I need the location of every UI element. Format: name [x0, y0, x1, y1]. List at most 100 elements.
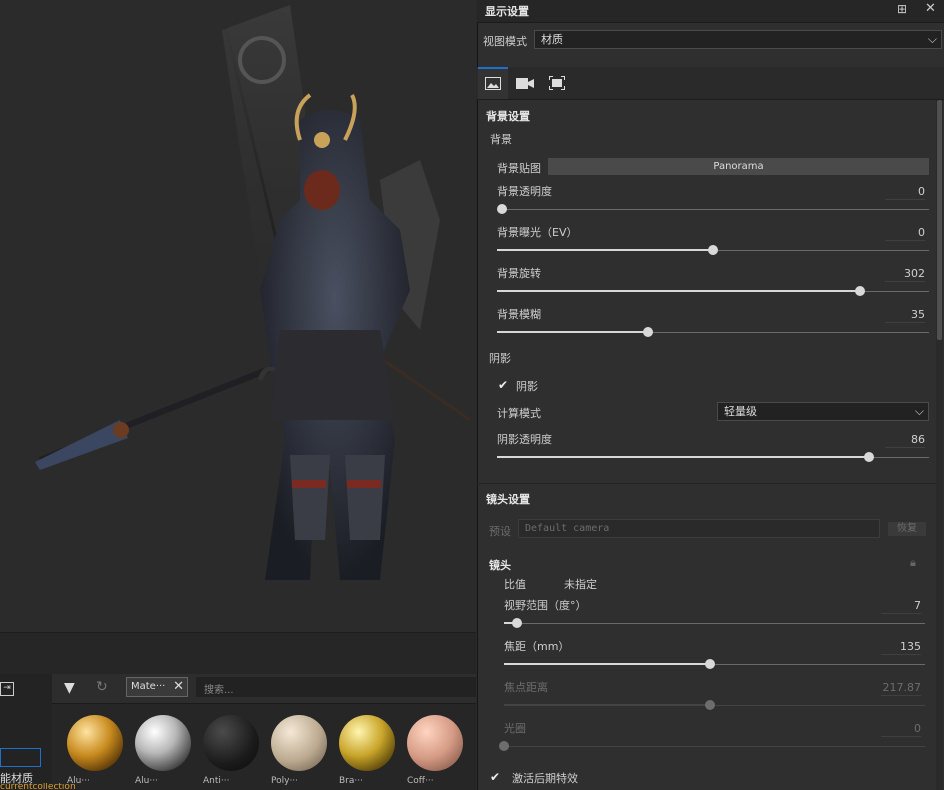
view-mode-select[interactable]: 材质 ⌵ [534, 30, 942, 49]
material-thumb-brass[interactable] [339, 715, 395, 771]
frame-icon [549, 76, 565, 90]
background-section-title: 背景设置 [486, 110, 530, 123]
shadow-opacity-value[interactable]: 86 [885, 433, 925, 448]
ratio-value: 未指定 [564, 578, 597, 591]
3d-viewport[interactable] [0, 0, 476, 632]
panel-title: 显示设置 [485, 5, 529, 18]
material-label: Poly··· [271, 776, 299, 786]
chevron-down-icon: ⌵ [914, 404, 924, 418]
preset-label: 预设 [489, 525, 511, 538]
camera-icon [516, 78, 534, 89]
search-placeholder: 搜索... [204, 685, 234, 696]
calc-mode-label: 计算模式 [497, 407, 541, 420]
slider-track[interactable] [504, 623, 925, 624]
material-thumb-polyethylene[interactable] [271, 715, 327, 771]
library-toolbar: ▼ ↻ Mate··· ✕ 搜索... [52, 674, 476, 704]
focal-value[interactable]: 135 [881, 640, 921, 655]
preset-restore-button[interactable]: 恢复 [888, 522, 926, 536]
slider-fill [497, 456, 869, 458]
material-thumb-antifriction[interactable] [203, 715, 259, 771]
library-sidebar: ⇥ 能材质 [0, 674, 53, 790]
aperture-value: 0 [881, 722, 921, 737]
samurai-model [35, 5, 471, 580]
filter-icon[interactable]: ▼ [64, 680, 75, 696]
shadow-opacity-label: 阴影透明度 [497, 433, 552, 446]
focus-distance-value: 217.87 [881, 681, 921, 696]
lens-section-title: 镜头设置 [486, 493, 530, 506]
material-label: Bra··· [339, 776, 363, 786]
preset-placeholder: Default camera [525, 523, 610, 534]
panel-header: 显示设置 ⊞ ✕ [477, 0, 944, 23]
slider-track[interactable] [502, 209, 929, 210]
bg-opacity-label: 背景透明度 [497, 185, 552, 198]
background-map-button[interactable]: Panorama [548, 158, 929, 175]
fov-label: 视野范围（度°） [504, 599, 587, 612]
material-label: Coff··· [407, 776, 434, 786]
viewport-footer [0, 632, 476, 675]
import-icon[interactable]: ⇥ [0, 682, 14, 696]
calc-mode-select[interactable]: 轻量级 ⌵ [717, 402, 929, 421]
bg-rotation-value[interactable]: 302 [885, 267, 925, 282]
material-thumb-aluminium[interactable] [135, 715, 191, 771]
focal-label: 焦距（mm） [504, 640, 570, 653]
lens-group-label: 镜头 [489, 559, 511, 572]
fov-value[interactable]: 7 [881, 599, 921, 614]
bg-blur-label: 背景模糊 [497, 308, 541, 321]
dock-icon[interactable]: ⊞ [897, 2, 907, 16]
slider-track[interactable] [504, 746, 925, 747]
slider-fill [497, 331, 649, 333]
image-icon [485, 77, 501, 90]
slider-thumb[interactable] [854, 286, 865, 296]
bg-rotation-label: 背景旋转 [497, 267, 541, 280]
library-search-input[interactable]: 搜索... [196, 677, 476, 697]
bg-blur-value[interactable]: 35 [885, 308, 925, 323]
console-text: currentcollection [0, 783, 76, 790]
postfx-label: 激活后期特效 [512, 772, 578, 785]
calc-mode-value: 轻量级 [724, 405, 757, 418]
ratio-label: 比值 [504, 578, 526, 591]
background-map-value: Panorama [713, 161, 764, 172]
filter-chip[interactable]: Mate··· ✕ [126, 677, 188, 697]
postfx-checkbox[interactable]: ✔ [490, 771, 502, 783]
slider-thumb [499, 741, 509, 751]
panel-scrollbar-thumb[interactable] [937, 100, 942, 340]
shadow-checkbox-label: 阴影 [516, 380, 538, 393]
slider-fill [497, 290, 860, 292]
slider-fill [504, 704, 711, 706]
background-group-label: 背景 [490, 133, 512, 146]
slider-thumb[interactable] [511, 618, 522, 628]
view-mode-label: 视图模式 [483, 35, 527, 48]
focus-distance-label: 焦点距离 [504, 681, 548, 694]
slider-fill [504, 663, 711, 665]
close-icon[interactable]: ✕ [925, 1, 936, 16]
slider-thumb[interactable] [497, 204, 507, 214]
filter-chip-label: Mate··· [131, 681, 166, 692]
slider-thumb[interactable] [708, 245, 718, 255]
aperture-label: 光圈 [504, 722, 526, 735]
tab-camera[interactable] [510, 67, 540, 99]
bg-opacity-value[interactable]: 0 [885, 185, 925, 200]
lock-icon[interactable]: 🔒︎ [910, 556, 916, 570]
refresh-icon[interactable]: ↻ [96, 679, 108, 695]
tab-background[interactable] [478, 67, 508, 99]
preset-restore-label: 恢复 [897, 523, 917, 534]
preset-input[interactable]: Default camera [518, 519, 880, 538]
chevron-down-icon: ⌵ [927, 32, 937, 46]
library-item-selected[interactable] [0, 748, 41, 767]
bg-exposure-label: 背景曝光（EV） [497, 226, 578, 239]
slider-fill [497, 249, 713, 251]
divider [477, 483, 936, 484]
material-label: Alu··· [135, 776, 158, 786]
tab-frame[interactable] [541, 67, 573, 99]
bg-exposure-value[interactable]: 0 [885, 226, 925, 241]
close-icon[interactable]: ✕ [173, 679, 184, 694]
shadow-group-label: 阴影 [489, 352, 511, 365]
material-label: Anti··· [203, 776, 230, 786]
view-mode-value: 材质 [541, 33, 563, 46]
shadow-checkbox[interactable]: ✔ [498, 379, 510, 391]
slider-thumb[interactable] [863, 452, 874, 462]
material-thumb-aluminium-gold[interactable] [67, 715, 123, 771]
background-map-label: 背景贴图 [497, 162, 541, 175]
material-thumb-coffee[interactable] [407, 715, 463, 771]
display-settings-panel [477, 0, 944, 790]
